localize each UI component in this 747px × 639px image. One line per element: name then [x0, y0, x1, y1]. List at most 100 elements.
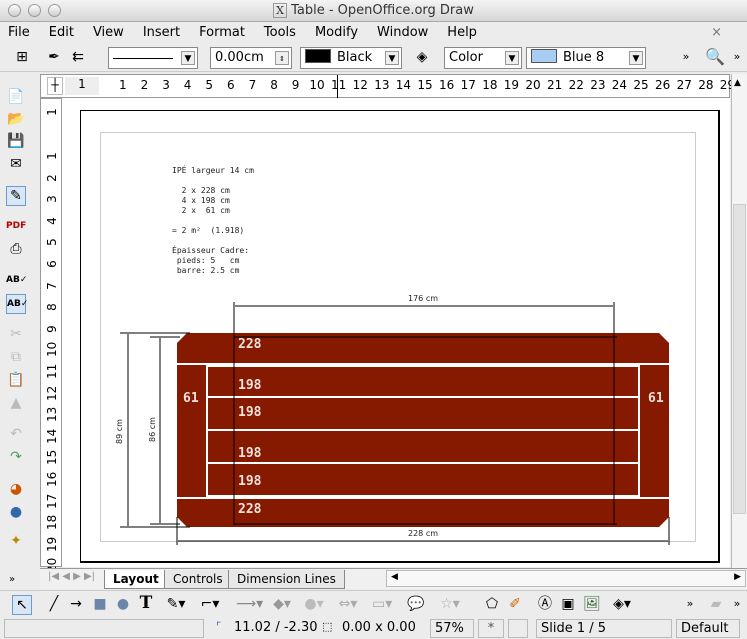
menu-insert[interactable]: Insert	[143, 22, 180, 44]
stars-icon[interactable]: ☆▾	[440, 595, 460, 613]
zoom-level[interactable]: 57%	[430, 619, 474, 638]
menu-view[interactable]: View	[93, 22, 124, 44]
position-icon: ⌜	[216, 620, 222, 633]
callouts-icon[interactable]: 💬	[406, 595, 426, 613]
drawing-canvas[interactable]: IPÉ largeur 14 cm 2 x 228 cm 4 x 198 cm …	[62, 98, 730, 567]
spellcheck-icon[interactable]: AB✓	[6, 271, 27, 289]
more-options-icon[interactable]: »	[730, 595, 744, 613]
tab-stop-icon[interactable]: ┼	[47, 77, 63, 95]
more-options-icon[interactable]: »	[730, 48, 744, 66]
points-icon[interactable]: ⬠	[482, 595, 502, 613]
copy-icon[interactable]: ⧉	[6, 348, 26, 366]
area-color-select[interactable]: Blue 8 ▼	[526, 47, 646, 69]
gallery-star-icon[interactable]: ✦	[6, 532, 26, 550]
print-icon[interactable]: ⎙	[6, 240, 26, 258]
basic-shapes-icon[interactable]: ◆▾	[272, 595, 292, 613]
ruler-number: 4	[45, 216, 59, 225]
arrow-line-icon[interactable]: →	[66, 595, 86, 613]
menu-help[interactable]: Help	[447, 22, 477, 44]
scroll-right-icon[interactable]: ▶	[734, 572, 741, 582]
ruler-number: 2	[140, 78, 149, 92]
status-bar: ⌜ 11.02 / -2.30 ⬚ 0.00 x 0.00 57% * Slid…	[0, 618, 747, 639]
lines-arrows-icon[interactable]: ⟶▾	[236, 595, 263, 613]
zoom-window-button[interactable]	[48, 4, 61, 17]
tab-controls[interactable]: Controls	[164, 570, 232, 589]
curve-icon[interactable]: ✎▾	[166, 595, 186, 613]
menu-window[interactable]: Window	[377, 22, 428, 44]
area-fill-icon[interactable]: ◈	[412, 48, 432, 66]
ruler-number: 6	[227, 78, 235, 92]
close-document-icon[interactable]: ×	[711, 22, 722, 44]
undo-icon[interactable]: ↶	[6, 425, 26, 443]
more-options-icon[interactable]: »	[680, 595, 700, 613]
menu-modify[interactable]: Modify	[315, 22, 358, 44]
cut-icon[interactable]: ✂	[6, 325, 26, 343]
position-readout: 11.02 / -2.30	[234, 620, 318, 635]
clone-format-icon[interactable]: ▲	[6, 394, 26, 412]
export-pdf-icon[interactable]: PDF	[6, 217, 26, 235]
tab-nav-icons[interactable]: |◀ ◀ ▶ ▶|	[48, 571, 95, 582]
line-tool-icon[interactable]: ╱	[44, 595, 64, 613]
tab-layout[interactable]: Layout	[104, 570, 168, 589]
ruler-number: 5	[205, 78, 214, 92]
tab-dimension-lines[interactable]: Dimension Lines	[228, 570, 345, 589]
standard-toolbar: 📄 📂 💾 ✉ ✎ PDF ⎙ AB✓ AB✓ ✂ ⧉ 📋 ▲ ↶ ↷ ◕ ● …	[0, 74, 38, 589]
edit-file-icon[interactable]: ✎	[6, 186, 26, 206]
arrow-style-icon[interactable]: ⇇	[68, 48, 88, 66]
new-document-icon[interactable]: 📄	[6, 88, 26, 106]
more-options-icon[interactable]: »	[676, 48, 696, 66]
email-icon[interactable]: ✉	[6, 155, 26, 173]
menu-file[interactable]: File	[8, 22, 30, 44]
extrusion-icon[interactable]: ◈▾	[612, 595, 632, 613]
auto-spellcheck-icon[interactable]: AB✓	[6, 294, 28, 314]
flowchart-icon[interactable]: ▭▾	[372, 595, 392, 613]
gallery-icon[interactable]: 🖼	[582, 595, 602, 613]
save-icon[interactable]: 💾	[6, 132, 26, 150]
area-style-select[interactable]: Color ▼	[444, 47, 522, 69]
chart-icon[interactable]: ◕	[6, 480, 26, 498]
menu-edit[interactable]: Edit	[49, 22, 74, 44]
redo-icon[interactable]: ↷	[6, 448, 26, 466]
ruler-number: 16	[45, 471, 59, 487]
navigator-icon[interactable]: ●	[6, 503, 26, 521]
minimize-window-button[interactable]	[28, 4, 41, 17]
paste-icon[interactable]: 📋	[6, 371, 26, 389]
text-tool-icon[interactable]: T	[136, 594, 156, 612]
ruler-number: 15	[45, 450, 59, 466]
block-arrows-icon[interactable]: ⇔▾	[338, 595, 358, 613]
menu-tools[interactable]: Tools	[264, 22, 296, 44]
line-color-select[interactable]: Black ▼	[300, 47, 402, 69]
menu-bar: File Edit View Insert Format Tools Modif…	[0, 22, 747, 44]
line-style-select[interactable]: ▼	[108, 47, 198, 69]
open-folder-icon[interactable]: 📂	[6, 110, 26, 128]
vertical-ruler[interactable]: 1 1 2 3 4 5 6 7 8 9 10 11 12 13 14 15 16 17 18 19 20	[40, 98, 62, 573]
symbol-shapes-icon[interactable]: ●▾	[304, 595, 324, 613]
horizontal-ruler[interactable]: ┼ 1 1 2 3 4 5 6 7 8 9 10 11 12 13 14 15 16 17 18 19 20 21 22 2…	[40, 74, 735, 98]
ruler-number: 21	[547, 78, 563, 92]
line-width-field[interactable]: 0.00cm ⇕	[210, 47, 292, 69]
ellipse-icon[interactable]: ●	[113, 595, 133, 613]
zoom-magnifier-icon[interactable]: 🔍	[705, 48, 725, 66]
menu-format[interactable]: Format	[199, 22, 245, 44]
line-pen-icon[interactable]: ✒	[44, 48, 64, 66]
3d-object-icon[interactable]: ▰	[706, 595, 726, 613]
grid-icon[interactable]: ⊞	[12, 48, 32, 66]
more-tools-icon[interactable]: »	[2, 571, 22, 589]
connector-icon[interactable]: ⌐▾	[200, 595, 220, 613]
ruler-number: 10	[309, 78, 325, 92]
rectangle-icon[interactable]: ■	[90, 595, 110, 613]
glue-points-icon[interactable]: ✐	[505, 595, 525, 613]
title-bar: X Table - OpenOffice.org Draw	[0, 0, 747, 22]
fontwork-icon[interactable]: Ⓐ	[535, 595, 555, 613]
scroll-thumb[interactable]	[733, 204, 746, 514]
scroll-left-icon[interactable]: ◀	[391, 572, 398, 582]
ruler-number: 1	[45, 152, 59, 160]
select-pointer-icon[interactable]: ↖	[12, 595, 32, 615]
ruler-number: 17	[45, 493, 59, 509]
from-file-icon[interactable]: ▣	[558, 595, 578, 613]
close-window-button[interactable]	[8, 4, 21, 17]
horizontal-scrollbar[interactable]: ◀ ▶	[386, 570, 746, 587]
scroll-up-icon[interactable]: ▲	[734, 78, 741, 88]
vertical-scrollbar[interactable]: ▲	[731, 74, 747, 568]
ruler-number: 9	[45, 324, 59, 333]
